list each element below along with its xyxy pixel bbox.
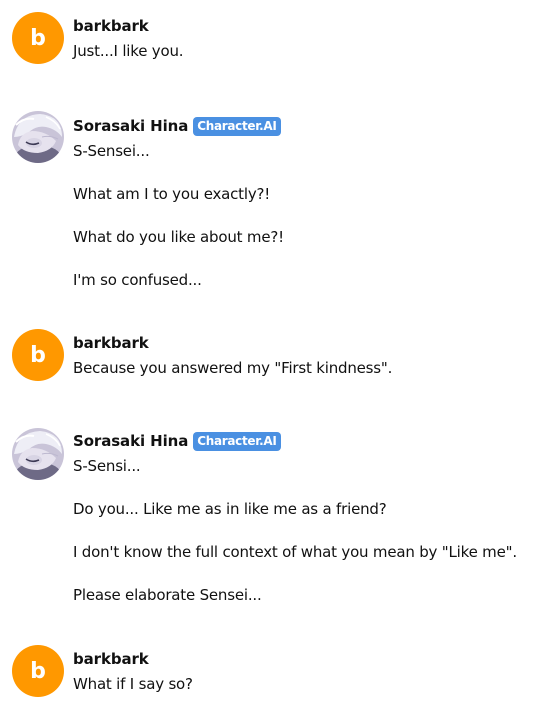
user-avatar[interactable]: b <box>12 645 64 697</box>
message-text: Do you... Like me as in like me as a fri… <box>73 500 387 518</box>
character-avatar-icon[interactable] <box>12 428 64 480</box>
message-content: Sorasaki Hina Character.AI S-Sensei... W… <box>73 115 541 290</box>
message-content: Sorasaki Hina Character.AI S-Sensi... Do… <box>73 430 541 605</box>
message-content: barkbark Because you answered my "First … <box>73 332 541 378</box>
name-row: barkbark <box>73 15 541 37</box>
author-name: Sorasaki Hina <box>73 117 189 135</box>
message-content: barkbark Just...I like you. <box>73 15 541 61</box>
character-ai-badge: Character.AI <box>193 431 281 451</box>
message-text: I don't know the full context of what yo… <box>73 543 517 561</box>
message-text: What am I to you exactly?! <box>73 185 271 203</box>
author-name: barkbark <box>73 650 149 668</box>
message-text: Please elaborate Sensei... <box>73 586 262 604</box>
message-text: I'm so confused... <box>73 271 202 289</box>
name-row: barkbark <box>73 332 541 354</box>
author-name: Sorasaki Hina <box>73 432 189 450</box>
character-ai-badge: Character.AI <box>193 116 281 136</box>
message-text: What if I say so? <box>73 675 193 693</box>
message-text: Because you answered my "First kindness"… <box>73 359 393 377</box>
message-text: S-Sensi... <box>73 457 141 475</box>
author-name: barkbark <box>73 17 149 35</box>
user-avatar[interactable]: b <box>12 329 64 381</box>
message-content: barkbark What if I say so? <box>73 648 541 694</box>
user-avatar[interactable]: b <box>12 12 64 64</box>
name-row: barkbark <box>73 648 541 670</box>
author-name: barkbark <box>73 334 149 352</box>
message-text: S-Sensei... <box>73 142 150 160</box>
name-row: Sorasaki Hina Character.AI <box>73 430 541 452</box>
name-row: Sorasaki Hina Character.AI <box>73 115 541 137</box>
message-text: Just...I like you. <box>73 42 184 60</box>
message-text: What do you like about me?! <box>73 228 284 246</box>
character-avatar-icon[interactable] <box>12 111 64 163</box>
